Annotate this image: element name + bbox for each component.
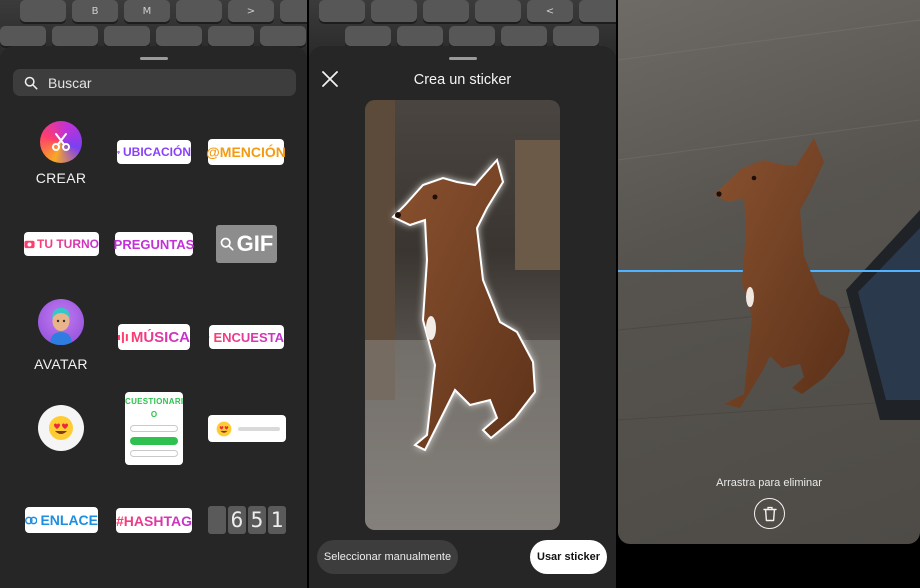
scissors-icon: [52, 133, 70, 151]
heart-eyes-emoji-icon: [216, 421, 232, 436]
keyboard-key: [371, 0, 417, 22]
emoji-reaction-sticker[interactable]: [38, 405, 84, 451]
location-sticker[interactable]: UBICACIÓN: [117, 140, 191, 164]
keyboard-key: [319, 0, 365, 22]
search-icon: [220, 237, 234, 251]
music-sticker[interactable]: MÚSICA: [118, 324, 190, 350]
sheet-grabber[interactable]: [448, 57, 477, 60]
avatar: [50, 308, 72, 345]
create-label: CREAR: [35, 170, 87, 186]
gif-sticker[interactable]: GIF: [216, 225, 277, 263]
questions-sticker[interactable]: PREGUNTAS: [113, 232, 195, 256]
quiz-title: CUESTIONARI: [125, 397, 184, 406]
hashtag-sticker[interactable]: #HASHTAG: [116, 508, 192, 533]
mention-label: @MENCIÓN: [206, 144, 286, 160]
camera-icon: [24, 240, 35, 249]
keyboard-key: [104, 26, 150, 46]
countdown-sticker[interactable]: 6 5 1: [208, 506, 286, 534]
quiz-title-2: O: [150, 410, 158, 419]
avatar-label: AVATAR: [34, 356, 88, 372]
countdown-digit: 1: [268, 506, 286, 534]
poll-sticker[interactable]: ENCUESTA: [209, 325, 284, 349]
questions-label: PREGUNTAS: [113, 236, 195, 252]
gif-label: GIF: [236, 231, 274, 256]
search-icon: [24, 76, 38, 89]
keyboard-key: [423, 0, 469, 22]
slider-track: [238, 426, 280, 431]
keyboard-key: M: [124, 0, 170, 22]
hashtag-label: #HASHTAG: [116, 512, 192, 529]
your-turn-sticker[interactable]: TU TURNO: [24, 232, 99, 256]
keyboard-key: [280, 0, 307, 22]
keyboard-key: [156, 26, 202, 46]
keyboard-key: [20, 0, 66, 22]
avatar-button[interactable]: [38, 299, 84, 345]
keyboard-key: [579, 0, 616, 22]
dog-cutout-image: [365, 100, 560, 530]
sticker-tray-sheet: CREAR UBICACIÓN @MENCIÓN TU TURNO PREGUN…: [0, 46, 307, 588]
keyboard-key: [449, 26, 495, 46]
keyboard-key: <: [527, 0, 573, 22]
poll-lines-icon: [209, 336, 211, 338]
source-photo[interactable]: [365, 100, 560, 530]
link-icon: [25, 516, 38, 524]
dog-sticker[interactable]: [712, 132, 862, 417]
quiz-option-correct: [130, 437, 178, 445]
audio-bars-icon: [118, 331, 128, 343]
create-sticker-button[interactable]: [40, 121, 82, 163]
select-manually-button[interactable]: Seleccionar manualmente: [317, 540, 458, 574]
emoji-slider-sticker[interactable]: [208, 415, 286, 442]
create-sticker-screen: < Crea un sticker Seleccionar manualment…: [309, 0, 616, 588]
music-label: MÚSICA: [130, 328, 190, 346]
link-sticker[interactable]: ENLACE: [25, 507, 98, 533]
keyboard-key: [553, 26, 599, 46]
mention-sticker[interactable]: @MENCIÓN: [206, 139, 286, 165]
countdown-digit: 5: [248, 506, 266, 534]
your-turn-label: TU TURNO: [37, 237, 99, 251]
link-label: ENLACE: [40, 512, 98, 528]
trash-icon: [762, 506, 777, 521]
create-sticker-sheet: Crea un sticker Seleccionar manualmente …: [309, 46, 616, 588]
quiz-option: [130, 450, 178, 457]
search-bar[interactable]: [13, 69, 296, 96]
keyboard-key: [345, 26, 391, 46]
countdown-digit: 6: [228, 506, 246, 534]
location-pin-icon: [117, 150, 120, 154]
drag-to-delete-hint: Arrastra para eliminar: [716, 477, 822, 489]
poll-label: ENCUESTA: [213, 329, 284, 345]
keyboard-key: [176, 0, 222, 22]
keyboard-key: [0, 26, 46, 46]
location-label: UBICACIÓN: [123, 145, 191, 159]
countdown-digit-blank: [208, 506, 226, 534]
delete-zone[interactable]: [754, 498, 785, 529]
keyboard-key: [397, 26, 443, 46]
keyboard-key: [475, 0, 521, 22]
sticker-placement-screen: Arrastra para eliminar: [618, 0, 920, 588]
keyboard-key: [260, 26, 306, 46]
story-canvas[interactable]: Arrastra para eliminar: [618, 0, 920, 544]
keyboard-key: [208, 26, 254, 46]
use-sticker-button[interactable]: Usar sticker: [530, 540, 607, 574]
keyboard-key: B: [72, 0, 118, 22]
keyboard-key: [52, 26, 98, 46]
create-sticker-title: Crea un sticker: [413, 72, 512, 88]
keyboard-key: [501, 26, 547, 46]
sticker-tray-screen: B M > CREAR: [0, 0, 307, 588]
sheet-grabber[interactable]: [139, 57, 168, 60]
search-input[interactable]: [48, 74, 268, 91]
quiz-sticker[interactable]: CUESTIONARI O: [125, 392, 183, 465]
quiz-option: [130, 425, 178, 432]
heart-eyes-emoji-icon: [49, 416, 73, 440]
keyboard-key: >: [228, 0, 274, 22]
